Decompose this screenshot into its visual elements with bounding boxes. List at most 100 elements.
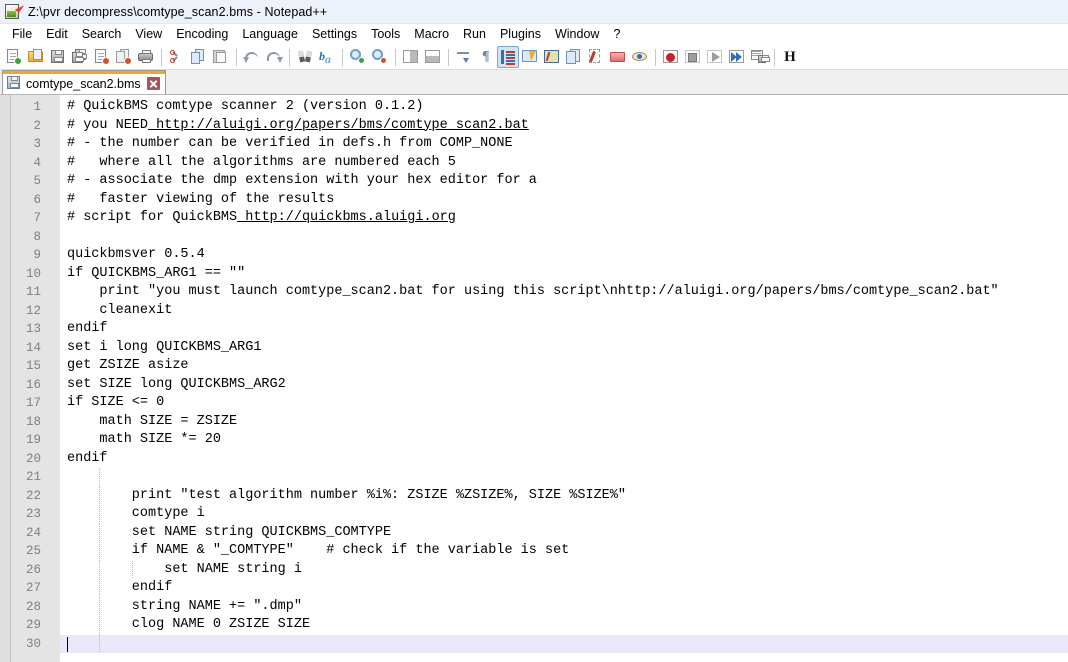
code-line[interactable]: # where all the algorithms are numbered … bbox=[60, 154, 1068, 173]
menu-view[interactable]: View bbox=[128, 25, 169, 44]
bookmark-margin[interactable] bbox=[0, 95, 11, 662]
toolbar-separator-2 bbox=[236, 48, 237, 66]
code-line[interactable]: # - associate the dmp extension with you… bbox=[60, 172, 1068, 191]
code-url-link[interactable]: http://aluigi.org/papers/bms/comtype_sca… bbox=[148, 118, 529, 133]
document-map-icon[interactable] bbox=[541, 46, 563, 68]
redo-icon[interactable] bbox=[263, 46, 285, 68]
code-line[interactable]: # - the number can be verified in defs.h… bbox=[60, 135, 1068, 154]
code-line[interactable]: quickbmsver 0.5.4 bbox=[60, 246, 1068, 265]
code-line[interactable]: # script for QuickBMS http://quickbms.al… bbox=[60, 209, 1068, 228]
menu-window[interactable]: Window bbox=[548, 25, 606, 44]
code-line[interactable]: string NAME += ".dmp" bbox=[60, 597, 1068, 616]
user-defined-dialogue-icon[interactable] bbox=[519, 46, 541, 68]
save-icon[interactable] bbox=[47, 46, 69, 68]
menu-tools[interactable]: Tools bbox=[364, 25, 407, 44]
code-text-area[interactable]: # QuickBMS comtype scanner 2 (version 0.… bbox=[60, 95, 1068, 662]
title-bar: Z:\pvr decompress\comtype_scan2.bms - No… bbox=[0, 0, 1068, 24]
code-line[interactable]: # QuickBMS comtype scanner 2 (version 0.… bbox=[60, 98, 1068, 117]
word-wrap-icon[interactable] bbox=[453, 46, 475, 68]
code-line[interactable]: set NAME string QUICKBMS_COMTYPE bbox=[60, 523, 1068, 542]
code-line[interactable]: print "test algorithm number %i%: ZSIZE … bbox=[60, 486, 1068, 505]
close-icon[interactable] bbox=[146, 77, 160, 90]
code-line[interactable]: endif bbox=[60, 450, 1068, 469]
code-line[interactable] bbox=[60, 468, 1068, 487]
stop-recording-icon[interactable] bbox=[682, 46, 704, 68]
indent-guide bbox=[99, 523, 101, 542]
code-line[interactable] bbox=[60, 634, 1068, 653]
menu-encoding[interactable]: Encoding bbox=[169, 25, 235, 44]
show-indent-guide-icon[interactable] bbox=[497, 46, 519, 68]
code-line[interactable]: set NAME string i bbox=[60, 560, 1068, 579]
code-line[interactable]: endif bbox=[60, 320, 1068, 339]
open-file-icon[interactable] bbox=[25, 46, 47, 68]
save-all-icon[interactable] bbox=[69, 46, 91, 68]
tab-comtype-scan2-bms[interactable]: comtype_scan2.bms bbox=[2, 70, 166, 94]
menu-macro[interactable]: Macro bbox=[407, 25, 456, 44]
copy-icon[interactable] bbox=[188, 46, 210, 68]
new-file-icon[interactable] bbox=[3, 46, 25, 68]
print-icon[interactable] bbox=[135, 46, 157, 68]
indent-guide bbox=[99, 616, 101, 635]
code-text: if NAME & "_COMTYPE" # check if the vari… bbox=[67, 543, 570, 558]
code-line[interactable]: endif bbox=[60, 579, 1068, 598]
code-line[interactable]: get ZSIZE asize bbox=[60, 357, 1068, 376]
menu-file[interactable]: File bbox=[5, 25, 39, 44]
zoom-out-icon[interactable] bbox=[369, 46, 391, 68]
replace-icon[interactable]: b a bbox=[316, 46, 338, 68]
record-macro-icon[interactable] bbox=[660, 46, 682, 68]
menu-plugins[interactable]: Plugins bbox=[493, 25, 548, 44]
line-number: 29 bbox=[25, 618, 41, 632]
function-list-icon[interactable] bbox=[563, 46, 585, 68]
code-line[interactable]: cleanexit bbox=[60, 302, 1068, 321]
show-all-characters-icon[interactable]: ¶ bbox=[475, 46, 497, 68]
line-number: 26 bbox=[25, 562, 41, 577]
code-text: math SIZE *= 20 bbox=[67, 432, 221, 447]
code-line[interactable]: set i long QUICKBMS_ARG1 bbox=[60, 339, 1068, 358]
line-number: 11 bbox=[25, 285, 41, 299]
code-line[interactable]: if SIZE <= 0 bbox=[60, 394, 1068, 413]
menu-settings[interactable]: Settings bbox=[305, 25, 364, 44]
code-text: # faster viewing of the results bbox=[67, 191, 335, 207]
code-url-link[interactable]: http://quickbms.aluigi.or bbox=[237, 210, 448, 225]
code-line[interactable]: print "you must launch comtype_scan2.bat… bbox=[60, 283, 1068, 302]
sync-horizontal-scrolling-icon[interactable] bbox=[422, 46, 444, 68]
toolbar-separator-1 bbox=[161, 48, 162, 66]
editor-area[interactable]: 1 2 3 4 5 6 7 8 9 10 11 12 13 14 15 16 17 18 19 20 21 22 23 24 2… bbox=[0, 95, 1068, 662]
toolbar-separator-3 bbox=[289, 48, 290, 66]
close-all-icon[interactable] bbox=[113, 46, 135, 68]
menu-search[interactable]: Search bbox=[75, 25, 129, 44]
menu-run[interactable]: Run bbox=[456, 25, 493, 44]
play-macro-icon[interactable] bbox=[704, 46, 726, 68]
menu-help[interactable]: ? bbox=[606, 25, 627, 44]
find-icon[interactable] bbox=[294, 46, 316, 68]
code-line[interactable]: math SIZE *= 20 bbox=[60, 431, 1068, 450]
code-line[interactable]: comtype i bbox=[60, 505, 1068, 524]
cut-icon[interactable] bbox=[166, 46, 188, 68]
monitoring-icon[interactable] bbox=[607, 46, 629, 68]
menu-edit[interactable]: Edit bbox=[39, 25, 75, 44]
line-number: 21 bbox=[25, 470, 41, 484]
zoom-in-icon[interactable] bbox=[347, 46, 369, 68]
code-line[interactable]: if QUICKBMS_ARG1 == "" bbox=[60, 265, 1068, 284]
menu-language[interactable]: Language bbox=[235, 25, 305, 44]
undo-icon[interactable] bbox=[241, 46, 263, 68]
code-line[interactable]: if NAME & "_COMTYPE" # check if the vari… bbox=[60, 542, 1068, 561]
folder-as-workspace-icon[interactable] bbox=[585, 46, 607, 68]
save-macro-icon[interactable] bbox=[748, 46, 770, 68]
code-line[interactable]: # faster viewing of the results bbox=[60, 191, 1068, 210]
code-text: set NAME string QUICKBMS_COMTYPE bbox=[67, 524, 392, 540]
document-list-icon[interactable] bbox=[629, 46, 651, 68]
run-macro-multiple-icon[interactable] bbox=[726, 46, 748, 68]
sync-vertical-scrolling-icon[interactable] bbox=[400, 46, 422, 68]
code-line[interactable] bbox=[60, 228, 1068, 247]
code-line[interactable]: math SIZE = ZSIZE bbox=[60, 413, 1068, 432]
toolbar-separator-7 bbox=[774, 48, 775, 66]
close-file-icon[interactable] bbox=[91, 46, 113, 68]
code-line[interactable]: clog NAME 0 ZSIZE SIZE bbox=[60, 616, 1068, 635]
hex-editor-icon[interactable]: H bbox=[779, 46, 801, 68]
code-line[interactable]: set SIZE long QUICKBMS_ARG2 bbox=[60, 376, 1068, 395]
line-number: 16 bbox=[25, 377, 41, 392]
code-line[interactable]: # you NEED http://aluigi.org/papers/bms/… bbox=[60, 117, 1068, 136]
paste-icon[interactable] bbox=[210, 46, 232, 68]
fold-margin[interactable] bbox=[47, 95, 60, 662]
